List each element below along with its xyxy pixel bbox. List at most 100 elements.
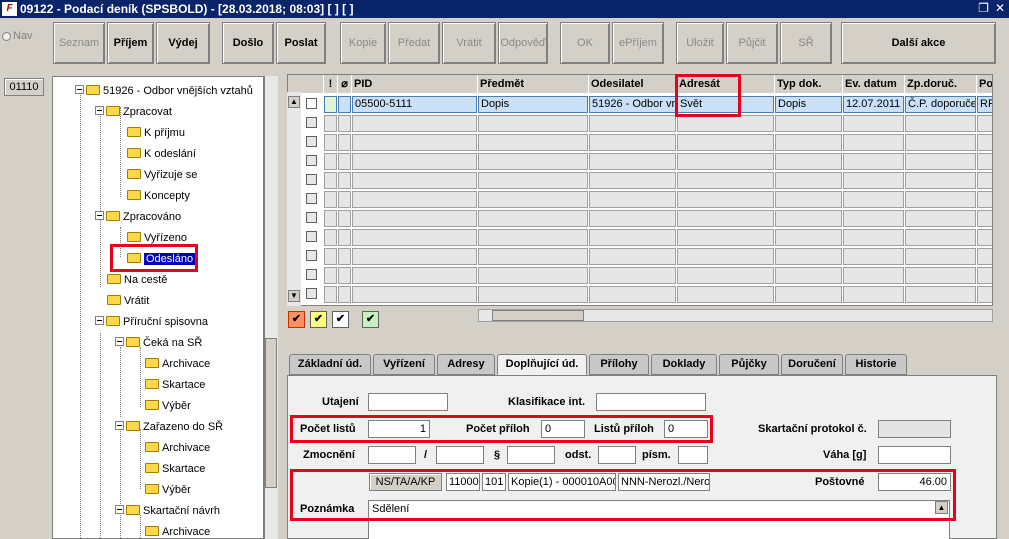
predat-button[interactable]: Předat [388,22,440,64]
tree-node-vratit[interactable]: Vrátit [107,293,149,309]
column-header-pid[interactable]: PID [352,75,478,93]
code-button[interactable]: 01110 [4,78,44,96]
empty-cell[interactable] [324,115,337,132]
tab-doklady[interactable]: Doklady [651,354,717,375]
empty-cell[interactable] [843,267,904,284]
grid-horizontal-scrollbar-thumb[interactable] [492,310,584,321]
tree-node-vyrizuje-se[interactable]: Vyřizuje se [127,167,197,183]
empty-cell[interactable] [589,229,676,246]
tree-node-zpracovano[interactable]: Zpracováno [95,209,181,225]
empty-cell[interactable] [775,134,842,151]
empty-cell[interactable] [589,248,676,265]
collapse-icon[interactable] [95,316,104,325]
pocet-priloh-input[interactable]: 0 [541,420,585,438]
code1-input[interactable]: 11000 [446,473,480,491]
row-checkbox[interactable] [306,193,317,204]
tree-node-skartace[interactable]: Skartace [145,461,205,477]
empty-cell[interactable] [324,286,337,303]
tree-node-zpracovat[interactable]: Zpracovat [95,104,172,120]
empty-cell[interactable] [352,191,477,208]
empty-cell[interactable] [352,210,477,227]
empty-cell[interactable] [352,286,477,303]
tree-node-skartacni-navrh[interactable]: Skartační návrh [115,503,220,519]
empty-cell[interactable] [905,267,976,284]
empty-cell[interactable] [478,153,588,170]
postovne-input[interactable]: 46.00 [878,473,951,491]
legend-check-orange-icon[interactable]: ✔ [288,311,305,328]
collapse-icon[interactable] [115,337,124,346]
empty-cell[interactable] [677,191,774,208]
ns-ta-a-kp-button[interactable]: NS/TA/A/KP [369,473,442,491]
empty-cell[interactable] [775,172,842,189]
ulozit-button[interactable]: Uložit [676,22,724,64]
cell-pod[interactable]: RRO [977,96,992,113]
document-grid[interactable]: ! ⌀ PID Předmět Odesilatel Adresát Typ d… [287,74,993,306]
utajeni-input[interactable] [368,393,448,411]
legend-check-yellow-icon[interactable]: ✔ [310,311,327,328]
empty-cell[interactable] [977,191,992,208]
empty-cell[interactable] [338,248,351,265]
empty-cell[interactable] [775,210,842,227]
empty-cell[interactable] [338,229,351,246]
ok-button[interactable]: OK [560,22,610,64]
empty-cell[interactable] [677,229,774,246]
empty-cell[interactable] [589,210,676,227]
tab-adresy[interactable]: Adresy [437,354,495,375]
empty-cell[interactable] [478,210,588,227]
skartacni-protokol-input[interactable] [878,420,951,438]
empty-cell[interactable] [338,286,351,303]
column-header-pod[interactable]: Pod [977,75,992,93]
close-icon[interactable]: ✕ [995,1,1005,15]
empty-cell[interactable] [977,229,992,246]
paragraph-input[interactable] [507,446,555,464]
empty-cell[interactable] [843,153,904,170]
sr-button[interactable]: SŘ [780,22,832,64]
row-checkbox[interactable] [306,231,317,242]
collapse-icon[interactable] [115,421,124,430]
empty-cell[interactable] [478,286,588,303]
empty-cell[interactable] [338,115,351,132]
empty-cell[interactable] [775,286,842,303]
empty-cell[interactable] [478,248,588,265]
empty-cell[interactable] [905,229,976,246]
tree-node-vyber[interactable]: Výběr [145,482,191,498]
empty-cell[interactable] [352,267,477,284]
row-checkbox[interactable] [306,250,317,261]
empty-cell[interactable] [338,191,351,208]
poslat-button[interactable]: Poslat [276,22,326,64]
cell-predmet[interactable]: Dopis [478,96,588,113]
empty-cell[interactable] [677,210,774,227]
scroll-up-icon[interactable]: ▲ [935,501,948,514]
cell-zp-doruc[interactable]: Č.P. doporuče [905,96,976,113]
empty-cell[interactable] [905,191,976,208]
empty-cell[interactable] [324,267,337,284]
kopie-button[interactable]: Kopie [340,22,386,64]
empty-cell[interactable] [677,267,774,284]
empty-cell[interactable] [905,210,976,227]
tree-node-skartace[interactable]: Skartace [145,377,205,393]
vaha-input[interactable] [878,446,951,464]
tree-node-odeslano[interactable]: Odesláno [127,251,196,267]
empty-cell[interactable] [843,248,904,265]
empty-cell[interactable] [775,115,842,132]
code2-input[interactable]: 101 [482,473,506,491]
tree-node-archivace[interactable]: Archivace [145,356,210,372]
row-checkbox[interactable] [306,98,317,109]
empty-cell[interactable] [905,286,976,303]
empty-cell[interactable] [677,172,774,189]
empty-cell[interactable] [589,172,676,189]
tab-pujcky[interactable]: Půjčky [719,354,779,375]
collapse-icon[interactable] [95,106,104,115]
tree-node-k-odeslani[interactable]: K odeslání [127,146,196,162]
empty-cell[interactable] [677,115,774,132]
tree-node-prirucni-spisovna[interactable]: Příruční spisovna [95,314,208,330]
empty-cell[interactable] [775,229,842,246]
empty-cell[interactable] [843,210,904,227]
tree-node-archivace[interactable]: Archivace [145,440,210,456]
doslo-button[interactable]: Došlo [222,22,274,64]
column-header-priority[interactable]: ! [324,75,338,93]
empty-cell[interactable] [324,191,337,208]
empty-cell[interactable] [352,229,477,246]
vratit-button[interactable]: Vrátit [442,22,496,64]
row-checkbox[interactable] [306,288,317,299]
